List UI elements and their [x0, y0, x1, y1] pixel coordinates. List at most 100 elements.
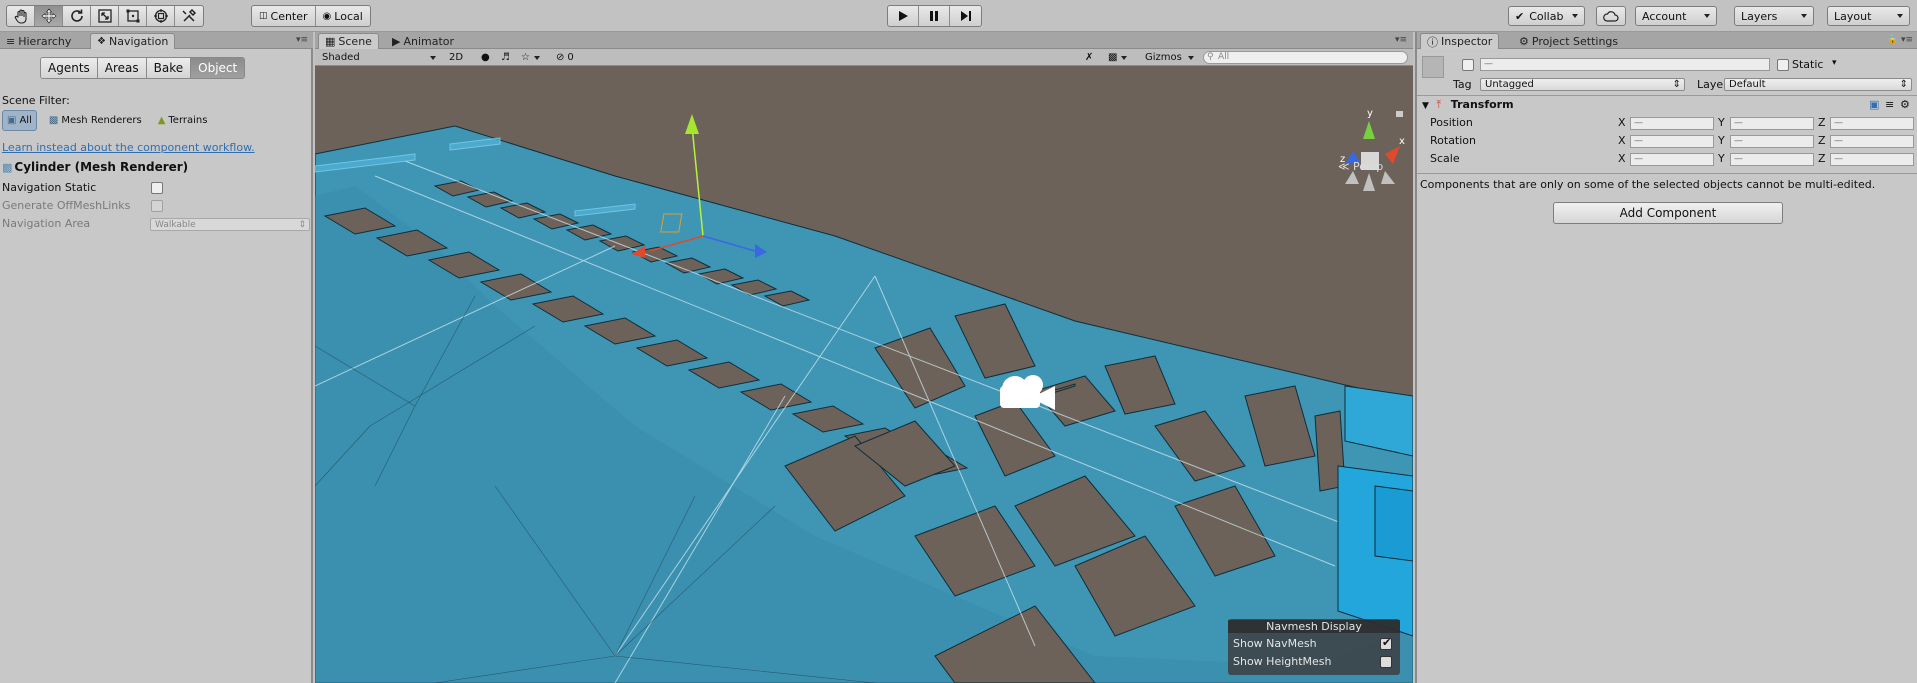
tab-project-settings-label: Project Settings [1531, 34, 1619, 48]
tab-animator[interactable]: ▶ Animator [386, 33, 460, 49]
shading-mode-dropdown[interactable]: Shaded [319, 50, 439, 65]
tab-animator-label: Animator [403, 34, 455, 48]
layout-dropdown[interactable]: Layout [1827, 6, 1910, 26]
help-icon[interactable]: ▣ [1869, 98, 1879, 111]
effects-icon: ☆ [521, 52, 530, 63]
navigation-static-checkbox[interactable] [151, 182, 163, 194]
axis-label: Z [1818, 152, 1826, 165]
tools-icon-button[interactable]: ✗ [1082, 50, 1096, 65]
layers-dropdown[interactable]: Layers [1734, 6, 1814, 26]
panel-menu-icon[interactable]: ▾≡ [1395, 35, 1407, 45]
combined-transform-icon [153, 9, 168, 23]
main-toolbar: ◫ Center ◉ Local ✔ Collab Account Layers [0, 0, 1917, 32]
show-heightmesh-checkbox[interactable] [1380, 656, 1392, 668]
transform-x-field[interactable]: — [1630, 117, 1714, 130]
scale-tool-button[interactable] [91, 6, 119, 26]
transform-y-field[interactable]: — [1730, 117, 1814, 130]
scale-icon [97, 9, 112, 23]
navtab-bake[interactable]: Bake [146, 58, 192, 78]
navtab-areas[interactable]: Areas [97, 58, 147, 78]
show-navmesh-checkbox[interactable]: ✔ [1380, 636, 1392, 650]
rect-tool-button[interactable] [119, 6, 147, 26]
component-workflow-link[interactable]: Learn instead about the component workfl… [2, 141, 255, 154]
cube-icon: ▣ [7, 115, 17, 126]
collab-label: Collab [1529, 9, 1564, 23]
lock-icon[interactable]: 🔒 [1887, 35, 1898, 45]
navigation-panel: ≡ Hierarchy ❖ Navigation ▾≡ Agents Areas… [0, 32, 313, 683]
hand-tool-button[interactable] [7, 6, 35, 26]
active-checkbox[interactable] [1462, 59, 1474, 71]
chevron-down-icon [1801, 14, 1807, 18]
mesh-renderer-icon: ▩ [48, 115, 59, 126]
scene-view: ▦ Scene ▶ Animator ▾≡ Shaded 2D ● ♬ ☆ ⊘ … [315, 32, 1413, 683]
scene-search-input[interactable]: ⚲ All [1203, 51, 1408, 64]
transform-y-field[interactable]: — [1730, 135, 1814, 148]
tab-navigation[interactable]: ❖ Navigation [90, 33, 176, 49]
transform-z-field[interactable]: — [1830, 153, 1914, 166]
toggle-2d-button[interactable]: 2D [446, 50, 466, 65]
panel-menu-icon[interactable]: ▾≡ [1901, 35, 1913, 45]
tab-scene[interactable]: ▦ Scene [318, 33, 379, 49]
navtab-object[interactable]: Object [191, 58, 245, 78]
navmesh-display-title: Navmesh Display [1228, 620, 1400, 633]
layer-dropdown[interactable]: Default ⇕ [1724, 78, 1912, 91]
effects-dropdown[interactable]: ☆ [518, 50, 543, 65]
scene-viewport[interactable]: y x z [315, 66, 1413, 683]
account-dropdown[interactable]: Account [1635, 6, 1717, 26]
tab-hierarchy[interactable]: ≡ Hierarchy [0, 33, 77, 49]
lighting-toggle[interactable]: ● [478, 50, 493, 65]
filter-mesh-renderers-button[interactable]: ▩ Mesh Renderers [45, 110, 146, 131]
transform-z-field[interactable]: — [1830, 135, 1914, 148]
add-component-button[interactable]: Add Component [1553, 202, 1783, 224]
static-label: Static [1792, 58, 1824, 71]
tag-dropdown[interactable]: Untagged ⇕ [1480, 78, 1685, 91]
custom-tool-button[interactable] [175, 6, 203, 26]
generate-offmeshlinks-checkbox[interactable] [151, 200, 163, 212]
projection-label[interactable]: ≪ Persp [1338, 160, 1383, 173]
tab-inspector[interactable]: ⓘ Inspector [1420, 33, 1500, 49]
show-navmesh-label: Show NavMesh [1233, 637, 1317, 650]
chevron-down-icon[interactable]: ▾ [1832, 58, 1837, 68]
gear-icon[interactable]: ⚙ [1900, 98, 1910, 111]
hidden-objects-toggle[interactable]: ⊘ 0 [553, 50, 577, 65]
filter-terrains-button[interactable]: ▲ Terrains [154, 110, 212, 131]
camera-dropdown[interactable]: ▩ [1105, 50, 1130, 65]
transform-z-field[interactable]: — [1830, 117, 1914, 130]
hand-icon [14, 9, 27, 24]
tab-project-settings[interactable]: ⚙ Project Settings [1513, 33, 1624, 49]
navtab-agents[interactable]: Agents [41, 58, 98, 78]
move-tool-button[interactable] [35, 6, 63, 26]
transform-y-field[interactable]: — [1730, 153, 1814, 166]
lock-icon[interactable] [1396, 111, 1403, 117]
pause-button[interactable] [919, 6, 950, 26]
navigation-area-select[interactable]: Walkable ⇕ [150, 218, 310, 231]
object-title-text: Cylinder (Mesh Renderer) [14, 160, 189, 174]
gizmos-label: Gizmos [1145, 52, 1182, 63]
hidden-count: 0 [567, 52, 574, 63]
pivot-center-toggle[interactable]: ◫ Center [252, 6, 316, 26]
static-checkbox[interactable] [1777, 59, 1789, 71]
panel-menu-icon[interactable]: ▾≡ [296, 35, 308, 45]
play-button[interactable] [888, 6, 919, 26]
tab-scene-label: Scene [338, 35, 372, 48]
audio-toggle[interactable]: ♬ [498, 50, 513, 65]
transform-header[interactable]: ▼ ⤒ Transform ▣ ≡ ⚙ [1422, 98, 1917, 114]
rect-transform-icon [126, 9, 139, 23]
object-name-field[interactable]: — [1480, 58, 1770, 71]
step-button[interactable] [950, 6, 981, 26]
axis-label: Y [1718, 116, 1725, 129]
transform-x-field[interactable]: — [1630, 153, 1714, 166]
axis-label: Z [1818, 116, 1826, 129]
rotate-tool-button[interactable] [63, 6, 91, 26]
transform-x-field[interactable]: — [1630, 135, 1714, 148]
gizmos-dropdown[interactable]: Gizmos [1142, 50, 1197, 65]
wrench-icon: ✗ [1085, 52, 1094, 63]
pivot-local-toggle[interactable]: ◉ Local [316, 6, 370, 26]
transform-tool-button[interactable] [147, 6, 175, 26]
preset-icon[interactable]: ≡ [1885, 98, 1894, 111]
cloud-button[interactable] [1596, 6, 1626, 26]
collab-dropdown[interactable]: ✔ Collab [1508, 6, 1585, 26]
filter-all-button[interactable]: ▣ All [2, 110, 37, 131]
rotate-icon [70, 9, 83, 22]
filter-mesh-label: Mesh Renderers [61, 115, 142, 126]
